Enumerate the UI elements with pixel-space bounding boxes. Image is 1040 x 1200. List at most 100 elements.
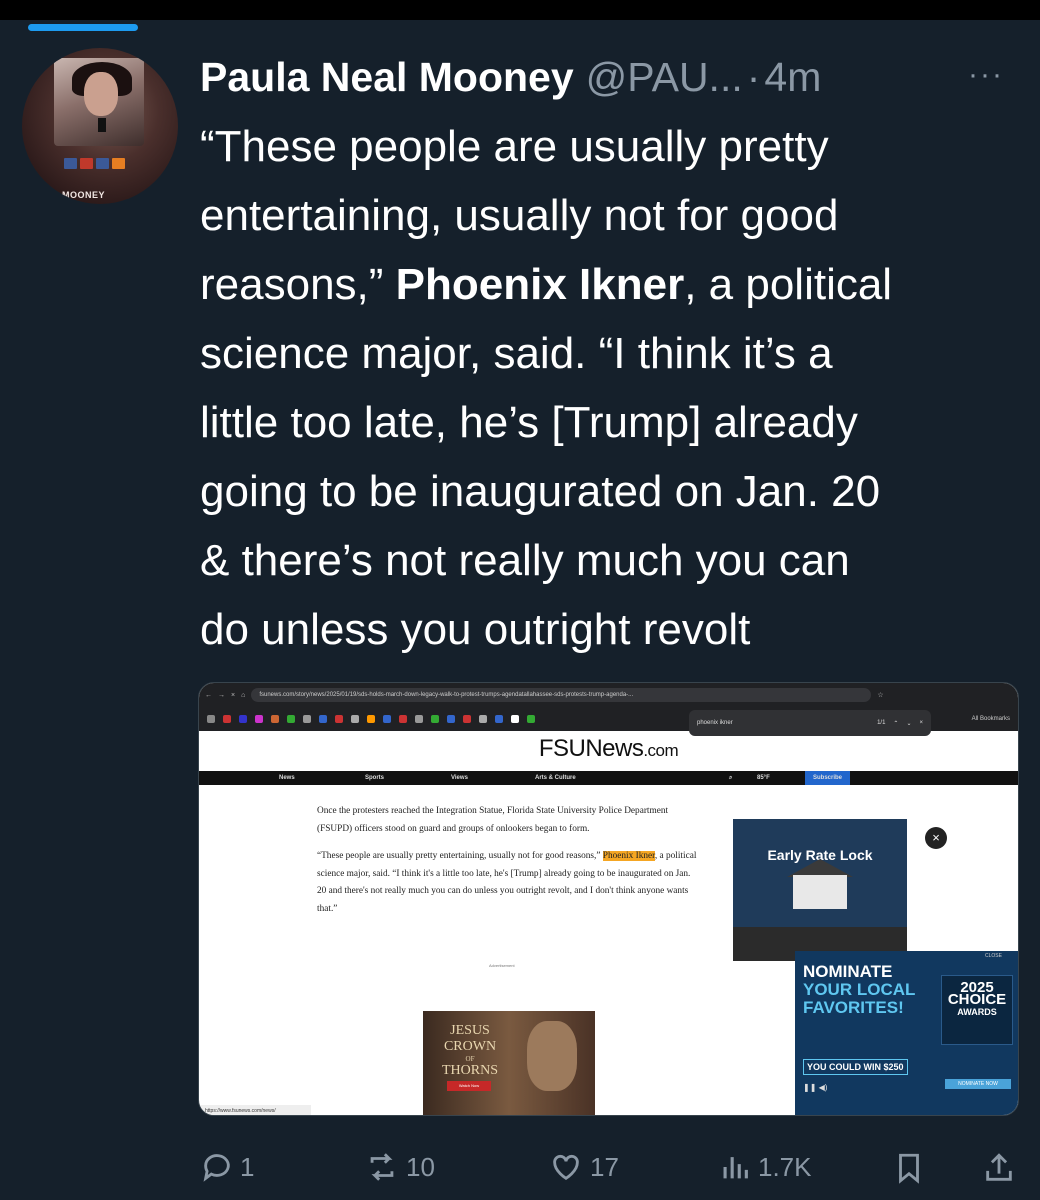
nav-views: Views <box>451 775 468 781</box>
like-count: 17 <box>590 1151 619 1182</box>
facebook-icon <box>96 158 109 169</box>
movie-title: JESUS CROWN OF THORNS <box>433 1023 507 1079</box>
nominate-button: NOMINATE NOW <box>945 1079 1011 1089</box>
site-name: FSUNews <box>538 735 644 762</box>
highlighted-name: Phoenix Ikner <box>602 851 655 861</box>
bookmark-icon <box>447 715 455 723</box>
browser-toolbar: ← → × ⌂ fsunews.com/story/news/2025/01/1… <box>199 683 1018 707</box>
views-button[interactable]: 1.7K <box>718 1150 812 1184</box>
site-logo: FSUNews.com <box>199 735 1018 763</box>
address-bar: fsunews.com/story/news/2025/01/19/sds-ho… <box>251 688 872 702</box>
nomination-ad: CLOSE NOMINATE YOUR LOCAL FAVORITES! YOU… <box>795 951 1018 1115</box>
close-icon: × <box>231 691 236 699</box>
reply-icon <box>203 1154 230 1182</box>
article-text: “These people are usually pretty enterta… <box>317 851 603 861</box>
share-icon <box>986 1153 1012 1181</box>
bookmark-icon <box>899 1153 919 1184</box>
award-name: CHOICE <box>947 991 1007 1008</box>
social-icons <box>64 158 125 169</box>
bookmark-icon <box>527 715 535 723</box>
avatar-face <box>84 72 118 116</box>
movie-title-line: CROWN <box>443 1039 497 1054</box>
bookmark-icon <box>367 715 375 723</box>
share-button[interactable] <box>982 1150 1016 1186</box>
avatar[interactable]: MOONEY <box>22 48 178 204</box>
ad-line: NOMINATE <box>803 962 893 981</box>
tweet-header: Paula Neal Mooney @PAU... · 4m <box>200 52 1030 102</box>
bookmark-icon <box>287 715 295 723</box>
ad-line: FAVORITES! <box>803 998 904 1017</box>
author-handle[interactable]: @PAU... <box>586 54 743 101</box>
bookmark-icon <box>207 715 215 723</box>
search-icon: ⌕ <box>729 774 733 781</box>
bookmark-icon <box>223 715 231 723</box>
like-icon <box>553 1154 579 1181</box>
bookmark-icon <box>415 715 423 723</box>
ad-close-icon: × <box>925 827 947 849</box>
bold-name: Phoenix Ikner <box>395 260 685 309</box>
bookmark-icon <box>383 715 391 723</box>
weather: 85°F <box>757 775 770 781</box>
actor-image <box>527 1021 577 1091</box>
tweet-line: do unless you outright revolt <box>200 605 751 654</box>
repost-button[interactable]: 10 <box>364 1150 435 1184</box>
like-button[interactable]: 17 <box>548 1150 619 1184</box>
tweet-time[interactable]: 4m <box>764 54 821 101</box>
tab-indicator <box>28 24 138 31</box>
reply-button[interactable]: 1 <box>200 1150 254 1184</box>
movie-ad: JESUS CROWN OF THORNS Watch Now <box>423 1011 595 1115</box>
ad-close-label: CLOSE <box>985 953 1002 959</box>
site-nav: News Sports Views Arts & Culture ⌕ 85°F … <box>199 771 1018 785</box>
nav-arts-culture: Arts & Culture <box>535 775 576 781</box>
bookmark-icon <box>319 715 327 723</box>
tweet-line: & there’s not really much you can <box>200 536 850 585</box>
google-plus-icon <box>80 158 93 169</box>
bookmark-icon <box>495 715 503 723</box>
tweet-text-part: reasons,” <box>200 260 384 309</box>
ad-line: YOUR LOCAL <box>803 980 916 999</box>
award-badge: 2025 CHOICE AWARDS <box>941 975 1013 1045</box>
find-query: phoenix ikner <box>697 720 733 726</box>
back-icon: ← <box>205 691 212 699</box>
subscribe-link: Subscribe <box>805 771 851 785</box>
movie-title-line: JESUS <box>450 1023 490 1038</box>
ad-headline: NOMINATE YOUR LOCAL FAVORITES! <box>803 963 915 1017</box>
article-paragraph: Once the protesters reached the Integrat… <box>317 806 669 834</box>
article-paragraph: “These people are usually pretty enterta… <box>317 848 701 918</box>
action-bar: 1 10 17 1.7K <box>196 1142 1026 1192</box>
nav-news: News <box>279 775 295 781</box>
status-bar <box>0 0 1040 20</box>
video-controls-icon: ❚❚ ◀) <box>803 1083 828 1092</box>
bookmark-icon <box>399 715 407 723</box>
article-body: Once the protesters reached the Integrat… <box>317 803 701 928</box>
find-close-icon: × <box>919 720 923 726</box>
bookmark-button[interactable] <box>892 1150 926 1186</box>
find-next-icon: ⌄ <box>906 720 912 727</box>
twitter-icon <box>64 158 77 169</box>
advertisement-label: Advertisement <box>489 963 515 968</box>
attached-screenshot[interactable]: ← → × ⌂ fsunews.com/story/news/2025/01/1… <box>198 682 1019 1116</box>
more-options-icon[interactable]: ··· <box>968 58 1004 92</box>
movie-title-line: OF <box>465 1055 475 1063</box>
star-icon: ☆ <box>877 692 884 699</box>
views-icon <box>723 1157 748 1179</box>
tweet-line: science major, said. “I think it’s a <box>200 329 833 378</box>
avatar-photo <box>54 58 144 146</box>
bookmark-icon <box>271 715 279 723</box>
nav-sports: Sports <box>365 775 385 781</box>
bookmark-icon <box>351 715 359 723</box>
bookmark-icon <box>431 715 439 723</box>
bookmark-icon <box>463 715 471 723</box>
avatar-caption: MOONEY <box>62 190 106 200</box>
site-tld: .com <box>643 741 679 760</box>
tweet-line: entertaining, usually not for good <box>200 191 839 240</box>
repost-count: 10 <box>406 1151 435 1182</box>
author-name[interactable]: Paula Neal Mooney <box>200 54 574 101</box>
mortgage-ad: Early Rate Lock <box>733 819 907 961</box>
tweet-line: going to be inaugurated on Jan. 20 <box>200 467 881 516</box>
bookmark-icon <box>479 715 487 723</box>
house-icon <box>793 875 847 909</box>
bookmark-icon <box>335 715 343 723</box>
find-bar: phoenix ikner 1/1 ⌃ ⌄ × <box>689 710 931 736</box>
rss-icon <box>112 158 125 169</box>
